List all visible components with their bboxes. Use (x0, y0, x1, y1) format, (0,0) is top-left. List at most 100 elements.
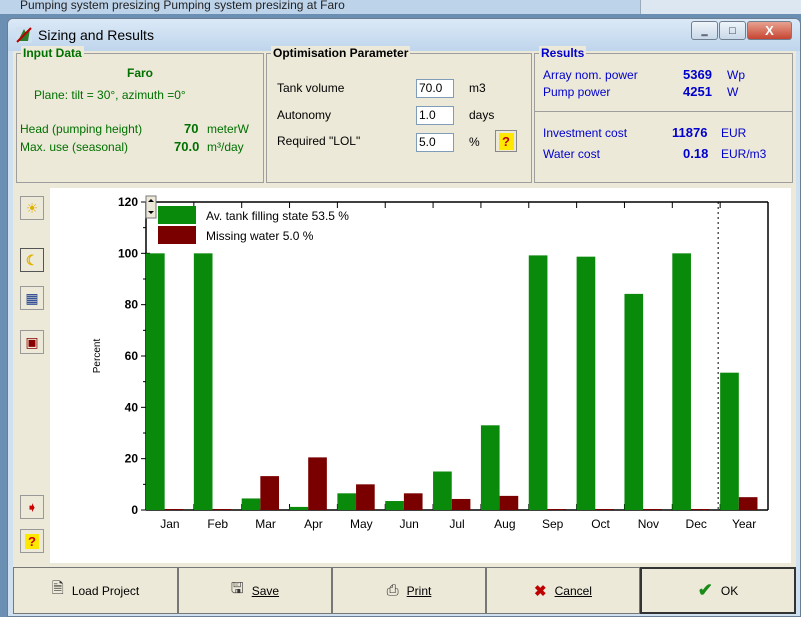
chart-app-icon (16, 27, 32, 43)
filling-bar (720, 372, 739, 510)
legend-swatch (158, 206, 196, 224)
table-view-button[interactable]: ▦ (20, 286, 44, 310)
export-icon: ➧ (26, 498, 38, 515)
head-label: Head (pumping height) (20, 122, 143, 136)
missing-bar (738, 497, 758, 510)
x-tick-label: Dec (686, 517, 707, 531)
missing-bar (308, 457, 327, 510)
load-project-label: Load Project (71, 583, 140, 598)
x-tick-label: Oct (591, 517, 610, 531)
palette-icon: ▣ (25, 333, 39, 350)
missing-bar (643, 509, 662, 510)
array-power-label: Array nom. power (543, 68, 638, 82)
save-icon: 🖫 (230, 580, 244, 597)
moon-view-button[interactable]: ☾ (20, 248, 44, 272)
x-tick-label: Year (732, 517, 756, 531)
y-tick-label: 100 (118, 246, 138, 260)
lol-input[interactable]: 5.0 (416, 133, 454, 152)
sun-view-button[interactable]: ☀ (20, 196, 44, 220)
bar-chart: 0 20 40 60 80 100 120 Percent Jan Feb Mar Apr May Jun… (92, 195, 769, 531)
print-button[interactable]: ⎙ Print (332, 567, 486, 614)
client-area: Input Data Faro Plane: tilt = 30°, azimu… (13, 46, 796, 614)
x-tick-label: Aug (494, 517, 515, 531)
results-divider (535, 111, 792, 112)
x-tick-label: Jul (449, 517, 464, 531)
x-tick-label: May (350, 517, 373, 531)
save-label: Save (251, 583, 280, 598)
autonomy-label: Autonomy (277, 108, 332, 122)
filling-bar (528, 255, 548, 510)
table-icon: ▦ (25, 289, 39, 306)
optimisation-panel: Optimisation Parameter Tank volume 70.0 … (266, 46, 532, 183)
x-tick-label: Nov (638, 517, 659, 531)
cancel-x-icon: ✖ (534, 582, 547, 600)
missing-bar (164, 509, 184, 510)
missing-bar (403, 493, 423, 510)
max-use-value: 70.0 (174, 139, 200, 154)
y-tick-label: 20 (125, 452, 139, 466)
save-button[interactable]: 🖫 Save (178, 567, 332, 614)
investment-cost-value: 11876 (672, 125, 708, 140)
filling-bar (480, 425, 500, 510)
x-tick-label: Feb (207, 517, 228, 531)
missing-bar (260, 476, 280, 510)
plane-orientation: Plane: tilt = 30°, azimuth =0° (34, 88, 186, 102)
autonomy-unit: days (469, 108, 495, 122)
missing-bar (212, 509, 232, 510)
filling-bar (433, 471, 452, 510)
input-data-panel: Input Data Faro Plane: tilt = 30°, azimu… (16, 46, 264, 183)
filling-bar (337, 493, 357, 510)
pump-power-unit: W (727, 85, 739, 99)
y-tick-label: 0 (131, 503, 138, 517)
maximize-button[interactable]: □ (719, 21, 746, 40)
filling-bar (624, 293, 644, 510)
array-power-unit: Wp (727, 68, 745, 82)
x-tick-label: Sep (542, 517, 564, 531)
array-power-value: 5369 (683, 67, 712, 82)
autonomy-input[interactable]: 1.0 (416, 106, 454, 125)
legend-swatch (158, 226, 196, 244)
filling-bar (672, 253, 691, 510)
x-tick-label: Mar (255, 517, 276, 531)
bottom-button-bar: 🗎 Load Project 🖫 Save ⎙ Print ✖ Cancel ✔… (13, 563, 796, 614)
load-project-button[interactable]: 🗎 Load Project (13, 567, 178, 614)
tank-volume-unit: m3 (469, 81, 486, 95)
help-icon: ? (498, 132, 514, 150)
document-icon: 🗎 (51, 580, 64, 597)
palette-button[interactable]: ▣ (20, 330, 44, 354)
filling-bar (146, 253, 165, 510)
filling-bar (241, 498, 261, 510)
window-title: Sizing and Results (38, 27, 154, 43)
ok-label: OK (720, 583, 739, 598)
missing-bar (451, 498, 471, 510)
results-panel: Results Array nom. power 5369 Wp Pump po… (534, 46, 793, 183)
missing-bar (547, 509, 567, 510)
ok-button[interactable]: ✔ OK (640, 567, 796, 614)
tank-volume-input[interactable]: 70.0 (416, 79, 454, 98)
investment-cost-label: Investment cost (543, 126, 628, 140)
investment-cost-unit: EUR (721, 126, 747, 140)
help-side-icon: ? (25, 533, 39, 549)
background-window-tab (640, 0, 801, 14)
y-axis-label: Percent (92, 339, 103, 374)
filling-bar (193, 253, 213, 510)
filling-bar (289, 506, 309, 510)
moon-icon: ☾ (25, 251, 39, 268)
site-name: Faro (127, 66, 154, 80)
optimisation-heading: Optimisation Parameter (271, 46, 411, 60)
cancel-label: Cancel (554, 583, 592, 598)
minimize-button[interactable]: ‗ (691, 21, 718, 40)
chart-area: 0 20 40 60 80 100 120 Percent Jan Feb Mar Apr May Jun… (50, 188, 791, 563)
missing-bar (356, 484, 375, 510)
filling-bar (385, 501, 404, 510)
help-side-button[interactable]: ? (20, 529, 44, 553)
x-tick-label: Jun (399, 517, 418, 531)
lol-help-button[interactable]: ? (495, 130, 517, 152)
legend-label: Av. tank filling state 53.5 % (206, 209, 349, 223)
export-button[interactable]: ➧ (20, 495, 44, 519)
print-label: Print (406, 583, 432, 598)
water-cost-unit: EUR/m3 (721, 147, 767, 161)
pump-power-label: Pump power (543, 85, 611, 99)
cancel-button[interactable]: ✖ Cancel (486, 567, 640, 614)
close-button[interactable]: X (747, 21, 792, 40)
